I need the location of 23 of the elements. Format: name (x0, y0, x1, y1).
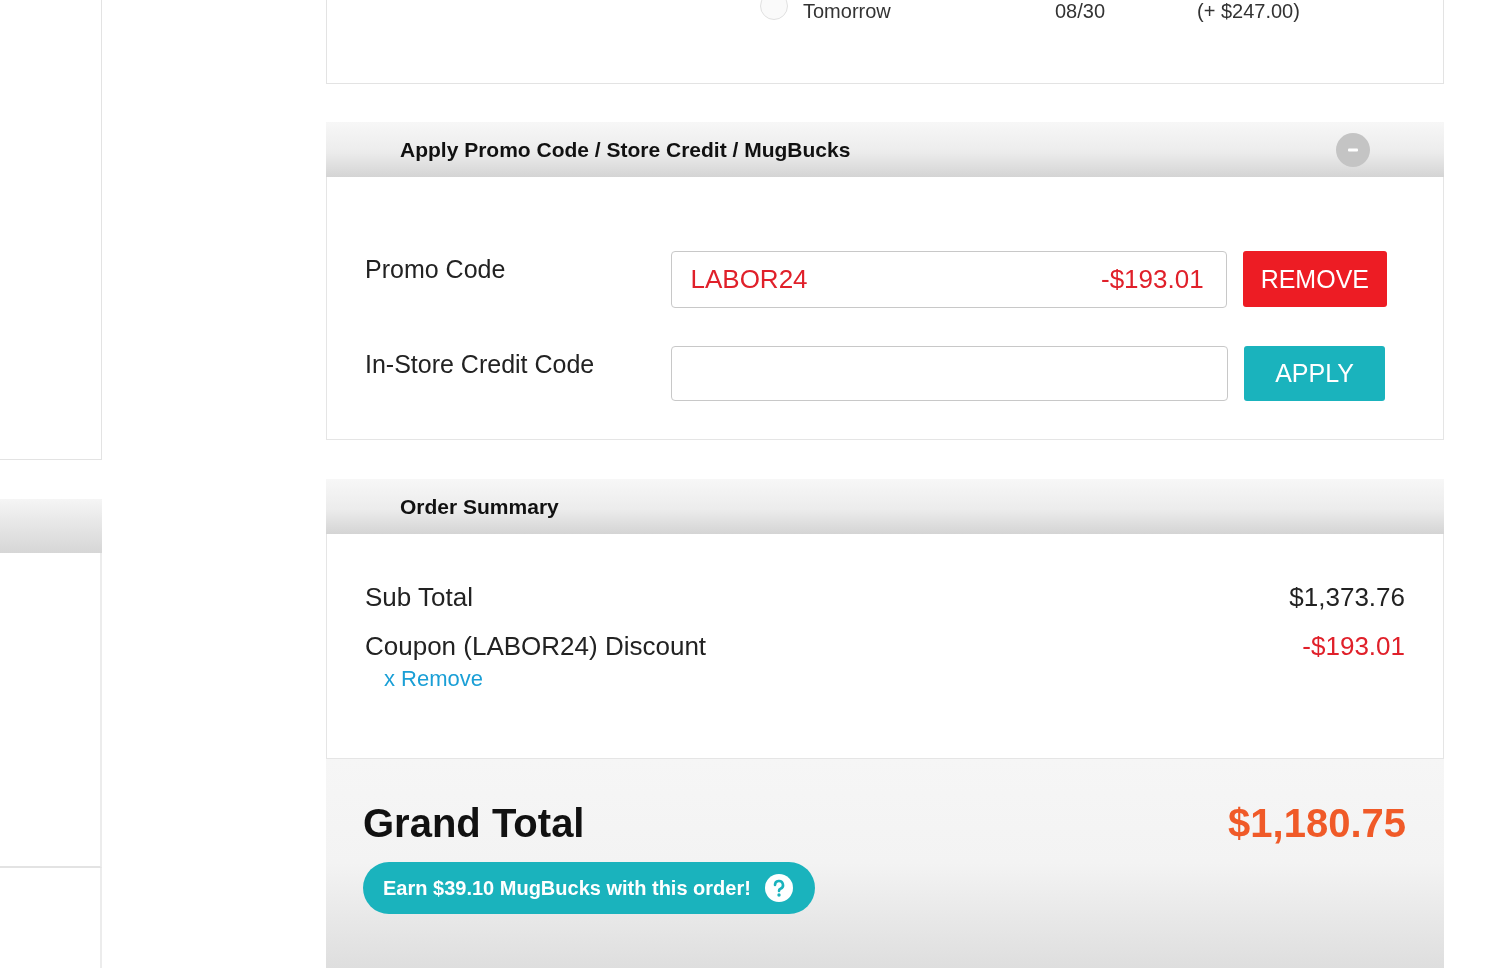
radio-button[interactable] (760, 0, 788, 20)
summary-label: Sub Total (365, 582, 473, 613)
help-icon[interactable] (764, 874, 793, 902)
apply-button[interactable]: APPLY (1244, 346, 1385, 401)
delivery-date: 08/30 (1055, 0, 1107, 23)
panel-title: Order Summary (400, 494, 559, 519)
panel-header[interactable]: Apply Promo Code / Store Credit / MugBucks (326, 122, 1444, 177)
collapse-icon[interactable] (1336, 132, 1370, 167)
summary-amount: $1,373.76 (1289, 582, 1405, 613)
remove-button[interactable]: REMOVE (1242, 251, 1387, 307)
grand-total-amount: $1,180.75 (1228, 801, 1406, 846)
input-field[interactable]: LABOR24 -$193.01 (670, 251, 1227, 308)
panel-title: Apply Promo Code / Store Credit / MugBucks (400, 137, 851, 162)
field-label: In-Store Credit Code (365, 349, 596, 379)
remove-link[interactable]: x Remove (384, 666, 707, 692)
delivery-price: (+ $247.00) (1197, 0, 1300, 23)
field-label: Promo Code (365, 254, 507, 284)
mugbucks-text: Earn $39.10 MugBucks with this order! (383, 876, 751, 900)
delivery-label: Tomorrow (803, 0, 892, 23)
summary-label: Coupon (LABOR24) Discount (365, 631, 707, 662)
input-field[interactable] (671, 346, 1228, 401)
grand-total-label: Grand Total (363, 801, 585, 846)
summary-amount: -$193.01 (1302, 631, 1405, 662)
